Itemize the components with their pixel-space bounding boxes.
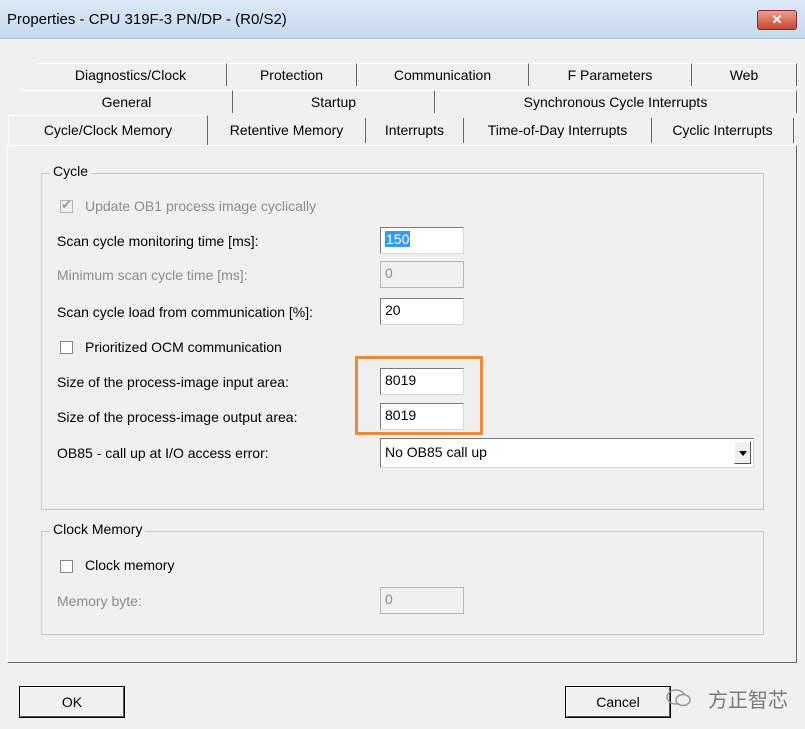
tab-general[interactable]: General [21, 90, 233, 113]
checkmark-icon: ✔ [61, 197, 72, 212]
cancel-button[interactable]: Cancel [565, 686, 671, 718]
pi-input-label: Size of the process-image input area: [57, 374, 289, 390]
ob85-select[interactable]: No OB85 call up [380, 438, 754, 468]
ob85-label: OB85 - call up at I/O access error: [57, 445, 269, 461]
prioritized-ocm-label: Prioritized OCM communication [85, 339, 282, 355]
close-button[interactable]: ✕ [757, 10, 797, 30]
clock-memory-label: Clock memory [85, 557, 175, 573]
wechat-icon [666, 689, 691, 707]
tab-strip: Diagnostics/Clock Protection Communicati… [0, 38, 805, 148]
tab-web[interactable]: Web [692, 63, 797, 86]
tab-synchronous-cycle-interrupts[interactable]: Synchronous Cycle Interrupts [435, 90, 797, 113]
clock-memory-group-title: Clock Memory [50, 521, 146, 537]
scan-cycle-monitoring-label: Scan cycle monitoring time [ms]: [57, 233, 259, 249]
watermark-text: 方正智芯 [708, 690, 788, 712]
ok-button[interactable]: OK [19, 686, 125, 718]
scan-cycle-load-label: Scan cycle load from communication [%]: [57, 304, 313, 320]
scan-cycle-monitoring-input[interactable]: 150 [380, 227, 464, 254]
close-icon: ✕ [771, 12, 783, 27]
tab-interrupts[interactable]: Interrupts [366, 118, 464, 143]
tab-diagnostics-clock[interactable]: Diagnostics/Clock [35, 63, 227, 86]
properties-dialog: Properties - CPU 319F-3 PN/DP - (R0/S2) … [0, 0, 805, 729]
min-scan-cycle-input[interactable]: 0 [380, 261, 464, 288]
dropdown-arrow-icon[interactable] [734, 441, 751, 464]
tab-retentive-memory[interactable]: Retentive Memory [208, 118, 366, 143]
scan-cycle-load-input[interactable]: 20 [380, 298, 464, 325]
clock-memory-checkbox[interactable] [60, 560, 73, 573]
update-ob1-label: Update OB1 process image cyclically [85, 198, 317, 214]
title-bar: Properties - CPU 319F-3 PN/DP - (R0/S2) … [0, 0, 805, 39]
tab-startup[interactable]: Startup [233, 90, 435, 113]
ob85-selected-value: No OB85 call up [385, 444, 487, 460]
pi-output-label: Size of the process-image output area: [57, 409, 298, 425]
min-scan-cycle-label: Minimum scan cycle time [ms]: [57, 267, 248, 283]
memory-byte-input[interactable]: 0 [380, 587, 464, 614]
tab-time-of-day-interrupts[interactable]: Time-of-Day Interrupts [464, 118, 652, 143]
prioritized-ocm-checkbox[interactable] [60, 341, 73, 354]
tab-protection[interactable]: Protection [227, 63, 357, 86]
clock-memory-group [41, 531, 764, 635]
memory-byte-label: Memory byte: [57, 593, 142, 609]
tab-communication[interactable]: Communication [357, 63, 529, 86]
tab-cyclic-interrupts[interactable]: Cyclic Interrupts [652, 118, 794, 143]
highlight-box [355, 356, 483, 435]
cycle-group-title: Cycle [50, 163, 92, 179]
tab-cycle-clock-memory[interactable]: Cycle/Clock Memory [8, 115, 208, 145]
scan-cycle-monitoring-value: 150 [385, 231, 411, 247]
tab-f-parameters[interactable]: F Parameters [529, 63, 692, 86]
update-ob1-checkbox[interactable]: ✔ [60, 197, 73, 213]
window-title: Properties - CPU 319F-3 PN/DP - (R0/S2) [7, 11, 287, 28]
